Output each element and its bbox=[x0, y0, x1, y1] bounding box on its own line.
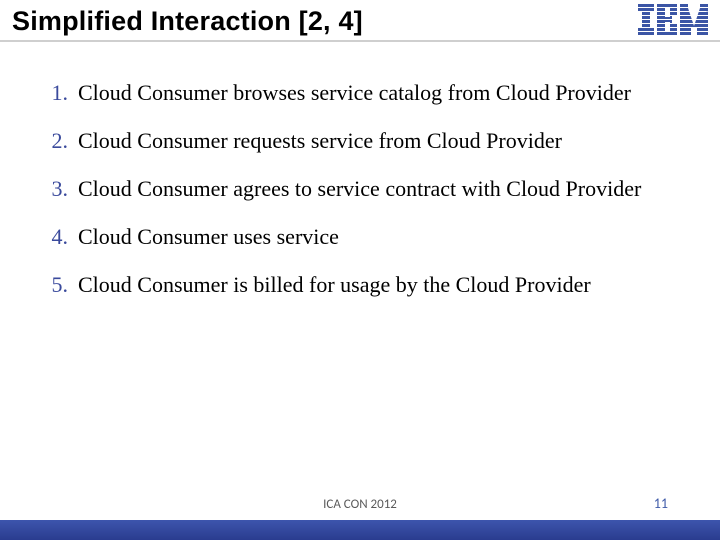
list-item: 1. Cloud Consumer browses service catalo… bbox=[40, 80, 692, 106]
brand-logo: ® bbox=[638, 4, 708, 38]
list-number: 4. bbox=[40, 224, 68, 250]
list-item: 3. Cloud Consumer agrees to service cont… bbox=[40, 176, 692, 202]
list-item: 5. Cloud Consumer is billed for usage by… bbox=[40, 272, 692, 298]
slide-title: Simplified Interaction [2, 4] bbox=[12, 6, 363, 37]
page-number: 11 bbox=[654, 495, 668, 512]
slide: Simplified Interaction [2, 4] bbox=[0, 0, 720, 540]
list-text: Cloud Consumer uses service bbox=[78, 224, 339, 250]
list-item: 2. Cloud Consumer requests service from … bbox=[40, 128, 692, 154]
list-number: 1. bbox=[40, 80, 68, 106]
svg-text:®: ® bbox=[706, 7, 708, 14]
numbered-list: 1. Cloud Consumer browses service catalo… bbox=[40, 80, 692, 298]
list-text: Cloud Consumer requests service from Clo… bbox=[78, 128, 562, 154]
list-item: 4. Cloud Consumer uses service bbox=[40, 224, 692, 250]
body: 1. Cloud Consumer browses service catalo… bbox=[0, 42, 720, 298]
footer-bar bbox=[0, 520, 720, 540]
header: Simplified Interaction [2, 4] bbox=[0, 0, 720, 40]
ibm-logo-icon: ® bbox=[638, 4, 708, 38]
list-number: 5. bbox=[40, 272, 68, 298]
footer-caption: ICA CON 2012 bbox=[0, 497, 720, 512]
list-text: Cloud Consumer browses service catalog f… bbox=[78, 80, 631, 106]
list-number: 3. bbox=[40, 176, 68, 202]
list-text: Cloud Consumer agrees to service contrac… bbox=[78, 176, 641, 202]
list-number: 2. bbox=[40, 128, 68, 154]
list-text: Cloud Consumer is billed for usage by th… bbox=[78, 272, 591, 298]
